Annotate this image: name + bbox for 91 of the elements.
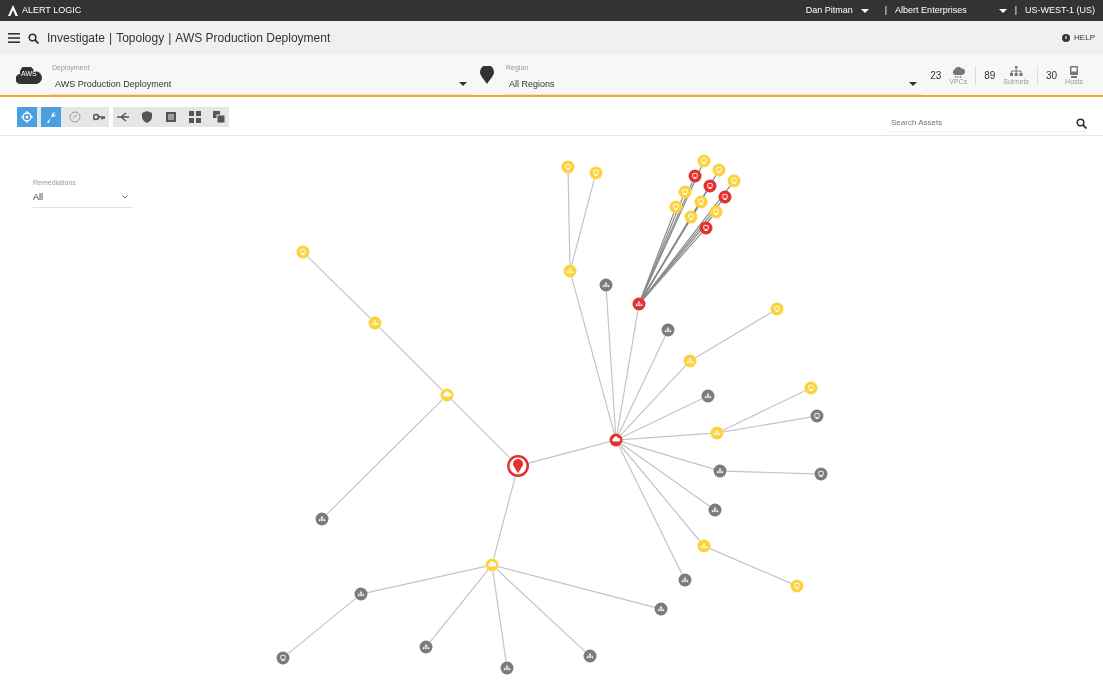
- grid-icon: [189, 111, 201, 123]
- host-node[interactable]: [810, 409, 824, 423]
- branch-icon: [117, 111, 129, 123]
- host-node[interactable]: [678, 185, 692, 199]
- host-node[interactable]: [699, 221, 713, 235]
- search-icon[interactable]: [28, 32, 39, 44]
- subnet-node[interactable]: [419, 640, 433, 654]
- separator: |: [168, 30, 172, 47]
- location-pin-icon: [480, 66, 495, 84]
- host-node[interactable]: [688, 169, 702, 183]
- menu-icon[interactable]: [8, 33, 20, 43]
- host-node[interactable]: [790, 579, 804, 593]
- host-node[interactable]: [276, 651, 290, 665]
- connector-line: [379, 327, 443, 391]
- deployment-select[interactable]: AWS Production Deployment: [50, 75, 473, 95]
- breadcrumb-item[interactable]: Investigate: [47, 29, 106, 47]
- host-node[interactable]: [703, 179, 717, 193]
- host-node[interactable]: [697, 154, 711, 168]
- host-node[interactable]: [296, 245, 310, 259]
- chevron-icon: [122, 195, 128, 200]
- separator: |: [109, 30, 113, 47]
- vpc-node[interactable]: [440, 388, 454, 402]
- search-icon[interactable]: [1076, 117, 1087, 129]
- stat-count: 30: [1045, 68, 1058, 83]
- wrench-icon: [45, 111, 57, 123]
- caret-icon: [909, 82, 918, 87]
- subnet-node[interactable]: [583, 649, 597, 663]
- subnet-node[interactable]: [713, 464, 727, 478]
- subnet-node[interactable]: [563, 264, 577, 278]
- subnet-node[interactable]: [354, 587, 368, 601]
- subnet-node[interactable]: [708, 503, 722, 517]
- region-name[interactable]: US-WEST-1 (US): [1025, 3, 1095, 18]
- region-node[interactable]: [507, 455, 529, 477]
- subnet-node[interactable]: [500, 661, 514, 675]
- help-icon[interactable]: [1062, 34, 1071, 42]
- host-node[interactable]: [709, 205, 723, 219]
- remediations-select[interactable]: All: [33, 188, 133, 208]
- host-node[interactable]: [770, 302, 784, 316]
- user-name[interactable]: Dan Pitman: [805, 3, 853, 18]
- caret-icon: [459, 82, 468, 87]
- host-node[interactable]: [727, 174, 741, 188]
- subnet-node[interactable]: [654, 602, 668, 616]
- subnet-node[interactable]: [683, 354, 697, 368]
- connector-line: [287, 597, 357, 655]
- key-icon: [93, 111, 105, 123]
- subnet-node[interactable]: [697, 539, 711, 553]
- subnet-node[interactable]: [710, 426, 724, 440]
- subnet-node[interactable]: [315, 512, 329, 526]
- region-select[interactable]: All Regions: [504, 75, 923, 95]
- gauge-icon: [69, 111, 81, 123]
- subnet-node[interactable]: [632, 297, 646, 311]
- list-icon: [165, 111, 177, 123]
- subnet-node[interactable]: [701, 389, 715, 403]
- brand-name: ALERT LOGIC: [22, 3, 82, 17]
- host-node[interactable]: [561, 160, 575, 174]
- help-link[interactable]: HELP: [1074, 32, 1095, 44]
- cloud-icon: [951, 65, 965, 78]
- connector-line: [307, 256, 371, 319]
- host-node[interactable]: [669, 200, 683, 214]
- account-name[interactable]: Albert Enterprises: [895, 3, 967, 18]
- vpc-node[interactable]: [609, 433, 623, 447]
- target-icon: [21, 111, 33, 123]
- separator: |: [884, 3, 888, 17]
- subnet-node[interactable]: [678, 573, 692, 587]
- subnet-node[interactable]: [661, 323, 675, 337]
- breadcrumb-item[interactable]: AWS Production Deployment: [175, 29, 331, 47]
- host-node[interactable]: [712, 163, 726, 177]
- caret-icon[interactable]: [860, 8, 869, 13]
- stat-count: 23: [930, 68, 942, 83]
- vpc-node[interactable]: [485, 558, 499, 572]
- host-node[interactable]: [814, 467, 828, 481]
- shield-icon: [141, 111, 153, 123]
- host-node[interactable]: [684, 210, 698, 224]
- layers-icon: [213, 111, 225, 123]
- search-field[interactable]: Search Assets: [887, 115, 1076, 131]
- toolbar-button[interactable]: [17, 107, 37, 127]
- separator: |: [1014, 3, 1017, 17]
- network-icon: [1009, 65, 1023, 78]
- cloud-badge-icon: [16, 66, 42, 85]
- host-node[interactable]: [694, 195, 708, 209]
- breadcrumb-item[interactable]: Topology: [116, 29, 165, 47]
- subnet-node[interactable]: [368, 316, 382, 330]
- stat-count: 89: [984, 68, 996, 83]
- logo-icon: [8, 5, 18, 16]
- caret-icon[interactable]: [998, 8, 1007, 13]
- subnet-node[interactable]: [599, 278, 613, 292]
- connector-line: [451, 399, 511, 459]
- monitor-icon: [1067, 65, 1081, 78]
- host-node[interactable]: [718, 190, 732, 204]
- host-node[interactable]: [804, 381, 818, 395]
- host-node[interactable]: [589, 166, 603, 180]
